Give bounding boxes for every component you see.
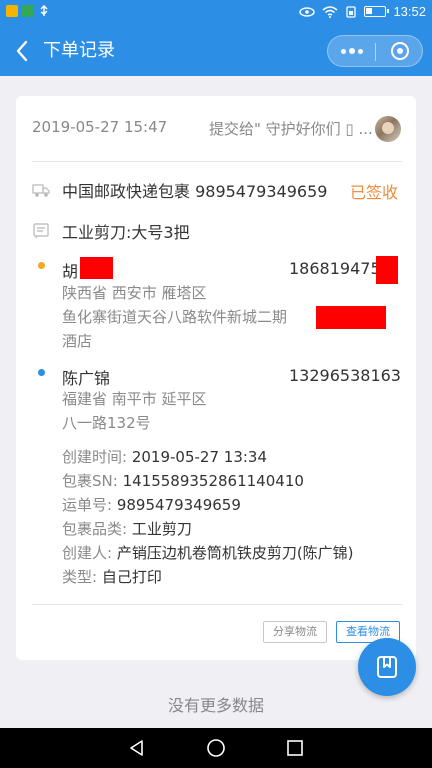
sender-address: 鱼化寨街道天谷八路软件新城二期 (62, 308, 288, 326)
carrier-tracking: 中国邮政快递包裹 9895479349659 (62, 182, 328, 201)
sender-region: 陕西省 西安市 雁塔区 (62, 284, 207, 302)
redaction-mark (316, 306, 386, 329)
wifi-icon (322, 5, 338, 18)
sender-phone: 186819475 (289, 259, 381, 278)
card-divider (32, 604, 402, 605)
detail-creator: 创建人: 产销压边机卷筒机铁皮剪刀(陈广锦) (62, 544, 354, 562)
share-logistics-button[interactable]: 分享物流 (263, 621, 327, 643)
receiver-name: 陈广锦 (62, 369, 111, 388)
truck-icon (32, 184, 50, 197)
nav-bar: 下单记录 (0, 26, 432, 76)
sender-address-cont: 酒店 (62, 332, 93, 350)
bookmark-fab[interactable] (358, 638, 416, 696)
detail-category: 包裹品类: 工业剪刀 (62, 520, 192, 538)
app-notification-icon (6, 5, 18, 17)
home-circle-icon[interactable] (205, 737, 227, 759)
submitted-to: 提交给" 守护好你们 ▯ ... (209, 120, 373, 138)
record-circle-icon[interactable] (376, 36, 423, 66)
back-arrow-icon[interactable] (10, 36, 34, 66)
detail-waybill: 运单号: 9895479349659 (62, 496, 241, 514)
order-card[interactable]: 2019-05-27 15:47 提交给" 守护好你们 ▯ ... 中国邮政快递… (16, 96, 416, 660)
order-header: 2019-05-27 15:47 提交给" 守护好你们 ▯ ... (32, 96, 402, 162)
item-description: 工业剪刀:大号3把 (62, 223, 190, 242)
bookmark-icon (377, 656, 397, 678)
sender-dot (38, 262, 45, 269)
usb-icon (40, 5, 48, 16)
receiver-address: 八一路132号 (62, 414, 151, 432)
notification-icons (6, 5, 50, 17)
battery-icon (364, 6, 390, 17)
system-nav-bar (0, 728, 432, 768)
order-time: 2019-05-27 15:47 (32, 118, 168, 136)
clock: 13:52 (393, 4, 426, 19)
status-badge: 已签收 (350, 183, 399, 202)
more-dots-icon[interactable] (328, 36, 375, 66)
page-title: 下单记录 (43, 40, 115, 61)
redaction-mark (376, 256, 398, 284)
detail-type: 类型: 自己打印 (62, 568, 162, 586)
status-bar: 13:52 (0, 0, 432, 26)
no-more-data: 没有更多数据 (167, 696, 264, 715)
receiver-dot (38, 369, 45, 376)
sender-name: 胡 (62, 262, 79, 281)
detail-package-sn: 包裹SN: 1415589352861140410 (62, 472, 304, 490)
redaction-mark (80, 257, 113, 279)
recents-square-icon[interactable] (284, 737, 306, 759)
receiver-phone: 13296538163 (289, 366, 401, 385)
detail-created-time: 创建时间: 2019-05-27 13:34 (62, 448, 267, 466)
back-triangle-icon[interactable] (126, 737, 148, 759)
note-icon (33, 223, 49, 239)
mini-program-capsule (327, 35, 423, 67)
receiver-region: 福建省 南平市 延平区 (62, 390, 207, 408)
avatar[interactable] (375, 116, 401, 142)
app-notification-icon (22, 5, 34, 17)
sim-icon (346, 5, 357, 18)
eye-icon (299, 6, 316, 17)
